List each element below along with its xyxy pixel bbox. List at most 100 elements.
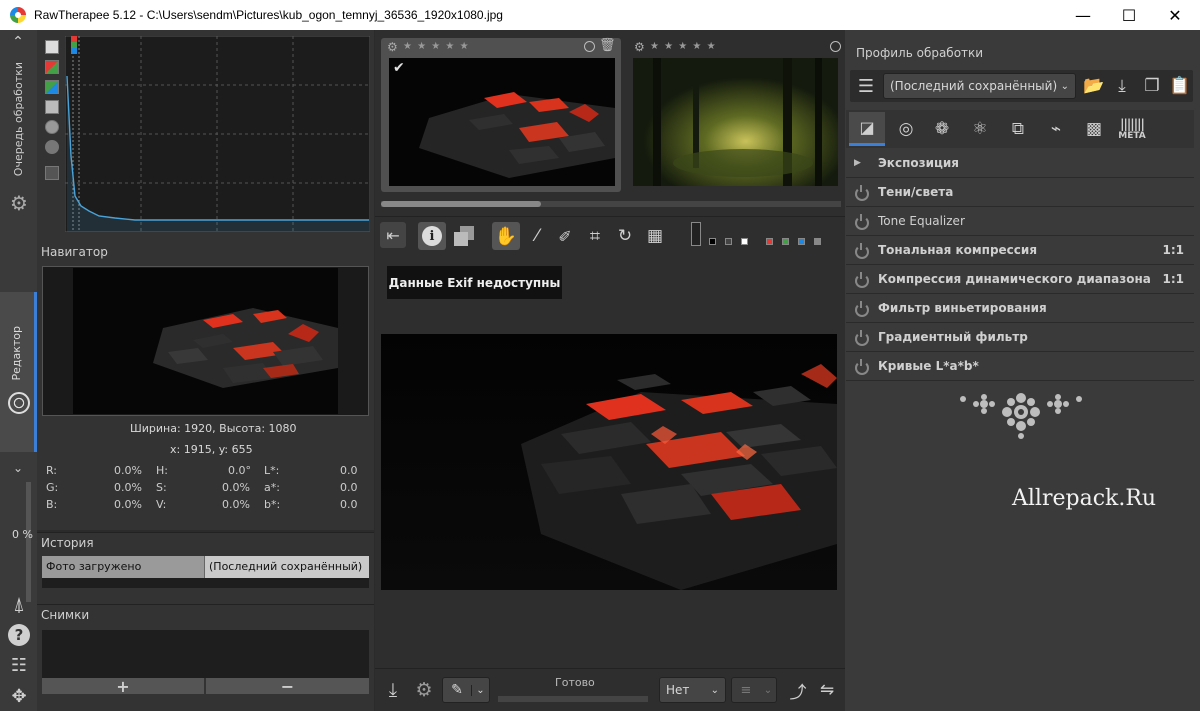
- tool-dynamic-range[interactable]: Компрессия динамического диапазона 1:1: [846, 265, 1194, 294]
- red-channel-swatch[interactable]: [766, 238, 773, 245]
- tool-shadows-highlights[interactable]: Тени/света: [846, 178, 1194, 207]
- tab-transform-icon[interactable]: ⧉: [1004, 114, 1032, 144]
- stat-label: R:: [46, 464, 58, 477]
- tab-exposure-icon[interactable]: ◪: [849, 112, 885, 146]
- perspective-icon[interactable]: ▦: [642, 222, 668, 250]
- profile-select[interactable]: ≡ ⌄: [731, 677, 777, 703]
- power-icon[interactable]: [854, 243, 869, 259]
- add-snapshot-button[interactable]: +: [42, 677, 204, 696]
- snapshots-title: Снимки: [41, 608, 90, 622]
- minimize-button[interactable]: —: [1060, 0, 1106, 30]
- luminance-swatch[interactable]: [814, 238, 821, 245]
- tool-exposure[interactable]: ▶ Экспозиция: [846, 149, 1194, 178]
- zoom-select[interactable]: Нет ⌄: [659, 677, 726, 703]
- green-channel-swatch[interactable]: [782, 238, 789, 245]
- gear-icon[interactable]: ⚙: [8, 191, 30, 215]
- status-progress: [498, 696, 648, 702]
- power-icon[interactable]: [854, 272, 869, 288]
- gear-icon[interactable]: ⚙: [387, 40, 398, 54]
- open-profile-icon[interactable]: 📂: [1081, 73, 1107, 99]
- tool-vignetting[interactable]: Фильтр виньетирования: [846, 294, 1194, 323]
- filmstrip-scroll-thumb[interactable]: [381, 201, 541, 207]
- tab-editor[interactable]: Редактор: [0, 292, 37, 452]
- history-profile: (Последний сохранённый): [204, 556, 369, 578]
- cursor-coords-text: x: 1915, y: 655: [170, 443, 253, 456]
- power-icon[interactable]: [854, 214, 869, 230]
- info-button[interactable]: i: [418, 222, 446, 250]
- histogram-blue-icon[interactable]: [45, 100, 59, 114]
- window-title: RawTherapee 5.12 - C:\Users\sendm\Pictur…: [34, 8, 503, 22]
- chevron-down-icon[interactable]: ⌄: [10, 460, 26, 476]
- tab-detail-icon[interactable]: ◎: [892, 114, 920, 144]
- help-icon[interactable]: ?: [8, 624, 30, 646]
- send-to-queue-icon[interactable]: ⍋: [6, 592, 32, 616]
- profile-dropdown[interactable]: (Последний сохранённый) ⌄: [883, 73, 1076, 99]
- white-balance-picker-icon[interactable]: ⁄: [524, 222, 550, 250]
- rating-stars[interactable]: ★ ★ ★ ★ ★: [403, 41, 470, 52]
- main-image[interactable]: [381, 334, 837, 590]
- profile-title: Профиль обработки: [856, 46, 984, 60]
- histogram-red-icon[interactable]: [45, 60, 59, 74]
- history-row[interactable]: Фото загружено (Последний сохранённый): [42, 556, 369, 578]
- gear-icon[interactable]: ⚙: [634, 40, 645, 54]
- collapse-up-icon[interactable]: ⌃: [10, 34, 26, 50]
- before-after-icon[interactable]: [450, 222, 478, 250]
- paste-profile-icon[interactable]: 📋: [1167, 73, 1193, 99]
- trash-icon[interactable]: 🗑: [599, 38, 616, 53]
- tab-meta[interactable]: ||||||| META: [1118, 114, 1146, 144]
- tab-advanced-icon[interactable]: ⚛: [966, 114, 994, 144]
- copy-profile-icon[interactable]: ❐: [1139, 73, 1165, 99]
- hide-panel-icon[interactable]: ⇤: [380, 222, 406, 248]
- rawtherapee-logo-icon: [10, 7, 26, 23]
- remove-snapshot-button[interactable]: −: [206, 677, 369, 696]
- tab-color-icon[interactable]: ❁: [928, 114, 956, 144]
- rating-stars[interactable]: ★ ★ ★ ★ ★: [650, 41, 717, 52]
- tab-queue[interactable]: Очередь обработки: [0, 62, 37, 202]
- histogram-chroma-icon[interactable]: [45, 140, 59, 154]
- bg-black-swatch[interactable]: [709, 238, 716, 245]
- power-icon[interactable]: [854, 185, 869, 201]
- thumbnail-image-2[interactable]: [633, 58, 838, 186]
- tool-gradient[interactable]: Градиентный фильтр: [846, 323, 1194, 352]
- blue-channel-swatch[interactable]: [798, 238, 805, 245]
- crop-icon[interactable]: ⌗: [582, 222, 608, 250]
- straighten-icon[interactable]: ↻: [612, 222, 638, 250]
- histogram-green-icon[interactable]: [45, 80, 59, 94]
- gear-icon[interactable]: ⚙: [412, 678, 436, 702]
- circle-icon[interactable]: [830, 41, 841, 52]
- save-profile-icon[interactable]: ⤓: [1109, 73, 1135, 99]
- maximize-button[interactable]: ☐: [1106, 0, 1152, 30]
- bg-gray-swatch[interactable]: [725, 238, 732, 245]
- filmstrip-scrollbar[interactable]: [381, 201, 841, 207]
- rotate-icon[interactable]: ⤴: [786, 678, 810, 703]
- tab-raw-icon[interactable]: ⌁: [1042, 114, 1070, 144]
- power-icon[interactable]: [854, 330, 869, 346]
- power-icon[interactable]: [854, 359, 869, 375]
- tool-tone-mapping[interactable]: Тональная компрессия 1:1: [846, 236, 1194, 265]
- fullscreen-icon[interactable]: ✥: [7, 684, 31, 708]
- tool-label: Компрессия динамического диапазона: [878, 272, 1151, 286]
- preferences-icon[interactable]: ☷: [7, 654, 31, 676]
- flip-icon[interactable]: ⇋: [815, 678, 839, 702]
- tool-tone-equalizer[interactable]: Tone Equalizer: [846, 207, 1194, 236]
- hand-tool-icon[interactable]: ✋: [492, 222, 520, 250]
- profile-list-icon[interactable]: ☰: [853, 73, 879, 99]
- power-icon[interactable]: [854, 301, 869, 317]
- histogram-bar-icon[interactable]: [45, 166, 59, 180]
- focus-mask-icon[interactable]: [691, 222, 701, 246]
- save-image-icon[interactable]: ⤓: [381, 678, 405, 702]
- tool-lab-curves[interactable]: Кривые L*a*b*: [846, 352, 1194, 381]
- circle-icon[interactable]: [584, 41, 595, 52]
- close-button[interactable]: ✕: [1152, 0, 1198, 30]
- color-picker-icon[interactable]: ✐: [552, 222, 578, 250]
- tab-queue-label: Очередь обработки: [12, 62, 25, 177]
- histogram-full-icon[interactable]: [45, 40, 59, 54]
- send-to-editor-dropdown[interactable]: ✎ ⌄: [442, 677, 490, 703]
- tab-locallab-icon[interactable]: ▩: [1080, 114, 1108, 144]
- watermark-text: Allrepack.Ru: [1012, 486, 1157, 511]
- bg-white-swatch[interactable]: [741, 238, 748, 245]
- thumbnail-image-1[interactable]: ✔: [389, 58, 615, 186]
- chevron-down-icon: ⌄: [763, 684, 773, 696]
- histogram-luminance-icon[interactable]: [45, 120, 59, 134]
- layers-icon: ≡: [740, 682, 752, 698]
